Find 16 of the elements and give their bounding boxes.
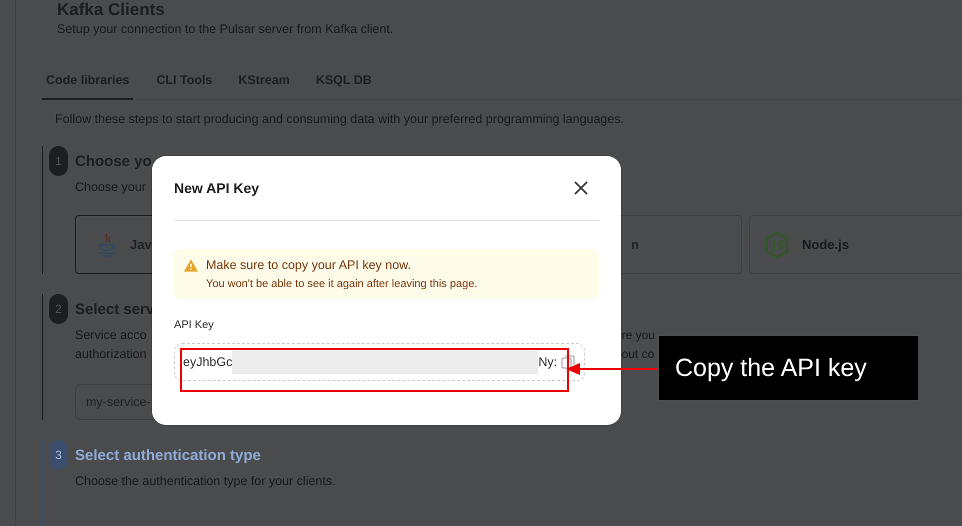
coffee-cup-icon bbox=[96, 232, 118, 258]
api-key-field[interactable]: eyJhbGc Ny: bbox=[174, 343, 585, 381]
step-title: Select authentication type bbox=[75, 446, 261, 464]
api-key-start: eyJhbGc bbox=[183, 355, 232, 369]
modal-title: New API Key bbox=[174, 180, 260, 196]
field-label: API Key bbox=[174, 319, 215, 331]
step-number: 2 bbox=[49, 294, 68, 324]
hexagon-logo-icon bbox=[764, 230, 790, 258]
alert-title: Make sure to copy your API key now. bbox=[206, 258, 411, 272]
warning-icon bbox=[184, 258, 198, 272]
annotation-label: Copy the API key bbox=[659, 336, 918, 400]
copy-icon[interactable] bbox=[561, 355, 576, 369]
api-key-end: Ny: bbox=[538, 355, 558, 369]
alert-text: You won't be able to see it again after leaving this page. bbox=[206, 278, 478, 290]
step-number: 1 bbox=[49, 146, 68, 176]
step-number: 3 bbox=[49, 440, 68, 470]
